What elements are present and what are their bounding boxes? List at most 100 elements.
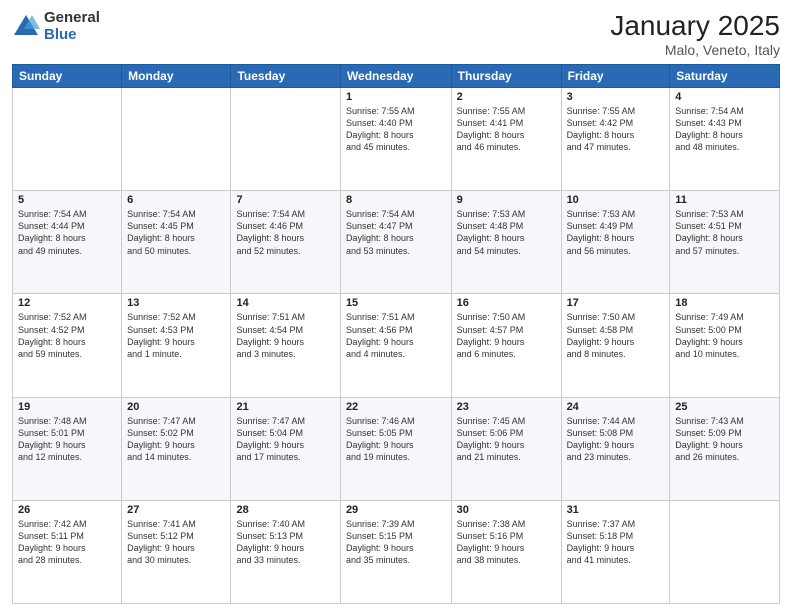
day-number: 18 xyxy=(675,297,774,309)
calendar-cell: 7Sunrise: 7:54 AM Sunset: 4:46 PM Daylig… xyxy=(231,191,340,294)
day-number: 15 xyxy=(346,297,446,309)
logo-general-text: General xyxy=(44,10,100,27)
day-number: 9 xyxy=(457,194,556,206)
day-info: Sunrise: 7:52 AM Sunset: 4:52 PM Dayligh… xyxy=(18,311,116,360)
main-title: January 2025 xyxy=(610,10,780,42)
day-info: Sunrise: 7:53 AM Sunset: 4:48 PM Dayligh… xyxy=(457,208,556,257)
header: General Blue January 2025 Malo, Veneto, … xyxy=(12,10,780,58)
calendar-cell: 1 Sunrise: 7:55 AM Sunset: 4:40 PM Daylig… xyxy=(340,88,451,191)
day-info: Sunrise: 7:42 AM Sunset: 5:11 PM Dayligh… xyxy=(18,518,116,567)
logo: General Blue xyxy=(12,10,100,43)
calendar-cell: 27 Sunrise: 7:41 AM Sunset: 5:12 PM Dayli… xyxy=(122,500,231,603)
day-info: Sunrise: 7:54 AM Sunset: 4:45 PM Dayligh… xyxy=(127,208,225,257)
weekday-header-monday: Monday xyxy=(122,65,231,88)
calendar-cell: 23 Sunrise: 7:45 AM Sunset: 5:06 PM Dayli… xyxy=(451,397,561,500)
day-number: 11 xyxy=(675,194,774,206)
calendar-cell: 26 Sunrise: 7:42 AM Sunset: 5:11 PM Dayli… xyxy=(13,500,122,603)
weekday-header-friday: Friday xyxy=(561,65,670,88)
day-number: 31 xyxy=(567,504,665,516)
logo-icon xyxy=(12,13,40,41)
day-info: Sunrise: 7:45 AM Sunset: 5:06 PM Dayligh… xyxy=(457,415,556,464)
day-number: 13 xyxy=(127,297,225,309)
day-info: Sunrise: 7:55 AM Sunset: 4:40 PM Dayligh… xyxy=(346,105,446,154)
calendar-cell: 14Sunrise: 7:51 AM Sunset: 4:54 PM Dayli… xyxy=(231,294,340,397)
calendar-table: SundayMondayTuesdayWednesdayThursdayFrid… xyxy=(12,64,780,604)
calendar-week-row: 12 Sunrise: 7:52 AM Sunset: 4:52 PM Dayli… xyxy=(13,294,780,397)
calendar-week-row: 5 Sunrise: 7:54 AM Sunset: 4:44 PM Daylig… xyxy=(13,191,780,294)
day-info: Sunrise: 7:49 AM Sunset: 5:00 PM Dayligh… xyxy=(675,311,774,360)
logo-blue-text: Blue xyxy=(44,27,100,44)
calendar-week-row: 19Sunrise: 7:48 AM Sunset: 5:01 PM Dayli… xyxy=(13,397,780,500)
calendar-cell: 10 Sunrise: 7:53 AM Sunset: 4:49 PM Dayli… xyxy=(561,191,670,294)
calendar-cell: 9 Sunrise: 7:53 AM Sunset: 4:48 PM Daylig… xyxy=(451,191,561,294)
day-number: 12 xyxy=(18,297,116,309)
day-number: 16 xyxy=(457,297,556,309)
calendar-week-row: 26 Sunrise: 7:42 AM Sunset: 5:11 PM Dayli… xyxy=(13,500,780,603)
calendar-cell: 25 Sunrise: 7:43 AM Sunset: 5:09 PM Dayli… xyxy=(670,397,780,500)
calendar-cell: 3Sunrise: 7:55 AM Sunset: 4:42 PM Daylig… xyxy=(561,88,670,191)
day-number: 24 xyxy=(567,401,665,413)
calendar-cell: 13 Sunrise: 7:52 AM Sunset: 4:53 PM Dayli… xyxy=(122,294,231,397)
logo-text: General Blue xyxy=(44,10,100,43)
weekday-header-row: SundayMondayTuesdayWednesdayThursdayFrid… xyxy=(13,65,780,88)
day-info: Sunrise: 7:40 AM Sunset: 5:13 PM Dayligh… xyxy=(236,518,334,567)
day-number: 21 xyxy=(236,401,334,413)
day-info: Sunrise: 7:44 AM Sunset: 5:08 PM Dayligh… xyxy=(567,415,665,464)
day-number: 2 xyxy=(457,91,556,103)
weekday-header-tuesday: Tuesday xyxy=(231,65,340,88)
calendar-cell xyxy=(231,88,340,191)
day-info: Sunrise: 7:51 AM Sunset: 4:56 PM Dayligh… xyxy=(346,311,446,360)
calendar-cell: 19Sunrise: 7:48 AM Sunset: 5:01 PM Dayli… xyxy=(13,397,122,500)
day-number: 26 xyxy=(18,504,116,516)
day-number: 25 xyxy=(675,401,774,413)
day-info: Sunrise: 7:52 AM Sunset: 4:53 PM Dayligh… xyxy=(127,311,225,360)
day-number: 5 xyxy=(18,194,116,206)
calendar-cell: 4Sunrise: 7:54 AM Sunset: 4:43 PM Daylig… xyxy=(670,88,780,191)
day-number: 28 xyxy=(236,504,334,516)
day-number: 10 xyxy=(567,194,665,206)
day-info: Sunrise: 7:50 AM Sunset: 4:57 PM Dayligh… xyxy=(457,311,556,360)
day-number: 6 xyxy=(127,194,225,206)
day-number: 23 xyxy=(457,401,556,413)
title-block: January 2025 Malo, Veneto, Italy xyxy=(610,10,780,58)
calendar-cell: 15 Sunrise: 7:51 AM Sunset: 4:56 PM Dayli… xyxy=(340,294,451,397)
day-info: Sunrise: 7:55 AM Sunset: 4:42 PM Dayligh… xyxy=(567,105,665,154)
day-number: 8 xyxy=(346,194,446,206)
page-container: General Blue January 2025 Malo, Veneto, … xyxy=(0,0,792,612)
day-info: Sunrise: 7:41 AM Sunset: 5:12 PM Dayligh… xyxy=(127,518,225,567)
weekday-header-saturday: Saturday xyxy=(670,65,780,88)
day-info: Sunrise: 7:51 AM Sunset: 4:54 PM Dayligh… xyxy=(236,311,334,360)
calendar-cell: 12 Sunrise: 7:52 AM Sunset: 4:52 PM Dayli… xyxy=(13,294,122,397)
day-info: Sunrise: 7:53 AM Sunset: 4:51 PM Dayligh… xyxy=(675,208,774,257)
weekday-header-wednesday: Wednesday xyxy=(340,65,451,88)
day-number: 1 xyxy=(346,91,446,103)
weekday-header-thursday: Thursday xyxy=(451,65,561,88)
day-info: Sunrise: 7:46 AM Sunset: 5:05 PM Dayligh… xyxy=(346,415,446,464)
day-info: Sunrise: 7:53 AM Sunset: 4:49 PM Dayligh… xyxy=(567,208,665,257)
calendar-cell: 28 Sunrise: 7:40 AM Sunset: 5:13 PM Dayli… xyxy=(231,500,340,603)
day-info: Sunrise: 7:39 AM Sunset: 5:15 PM Dayligh… xyxy=(346,518,446,567)
day-info: Sunrise: 7:43 AM Sunset: 5:09 PM Dayligh… xyxy=(675,415,774,464)
day-number: 17 xyxy=(567,297,665,309)
calendar-week-row: 1 Sunrise: 7:55 AM Sunset: 4:40 PM Daylig… xyxy=(13,88,780,191)
calendar-cell: 2 Sunrise: 7:55 AM Sunset: 4:41 PM Daylig… xyxy=(451,88,561,191)
calendar-cell: 18 Sunrise: 7:49 AM Sunset: 5:00 PM Dayli… xyxy=(670,294,780,397)
day-info: Sunrise: 7:38 AM Sunset: 5:16 PM Dayligh… xyxy=(457,518,556,567)
calendar-cell xyxy=(13,88,122,191)
day-info: Sunrise: 7:47 AM Sunset: 5:04 PM Dayligh… xyxy=(236,415,334,464)
day-number: 7 xyxy=(236,194,334,206)
calendar-cell: 24 Sunrise: 7:44 AM Sunset: 5:08 PM Dayli… xyxy=(561,397,670,500)
calendar-cell: 21 Sunrise: 7:47 AM Sunset: 5:04 PM Dayli… xyxy=(231,397,340,500)
day-info: Sunrise: 7:54 AM Sunset: 4:43 PM Dayligh… xyxy=(675,105,774,154)
day-info: Sunrise: 7:54 AM Sunset: 4:44 PM Dayligh… xyxy=(18,208,116,257)
day-number: 20 xyxy=(127,401,225,413)
day-info: Sunrise: 7:50 AM Sunset: 4:58 PM Dayligh… xyxy=(567,311,665,360)
day-info: Sunrise: 7:55 AM Sunset: 4:41 PM Dayligh… xyxy=(457,105,556,154)
calendar-cell xyxy=(122,88,231,191)
day-info: Sunrise: 7:37 AM Sunset: 5:18 PM Dayligh… xyxy=(567,518,665,567)
day-number: 22 xyxy=(346,401,446,413)
calendar-cell: 20Sunrise: 7:47 AM Sunset: 5:02 PM Dayli… xyxy=(122,397,231,500)
day-number: 27 xyxy=(127,504,225,516)
day-info: Sunrise: 7:48 AM Sunset: 5:01 PM Dayligh… xyxy=(18,415,116,464)
calendar-cell: 5 Sunrise: 7:54 AM Sunset: 4:44 PM Daylig… xyxy=(13,191,122,294)
